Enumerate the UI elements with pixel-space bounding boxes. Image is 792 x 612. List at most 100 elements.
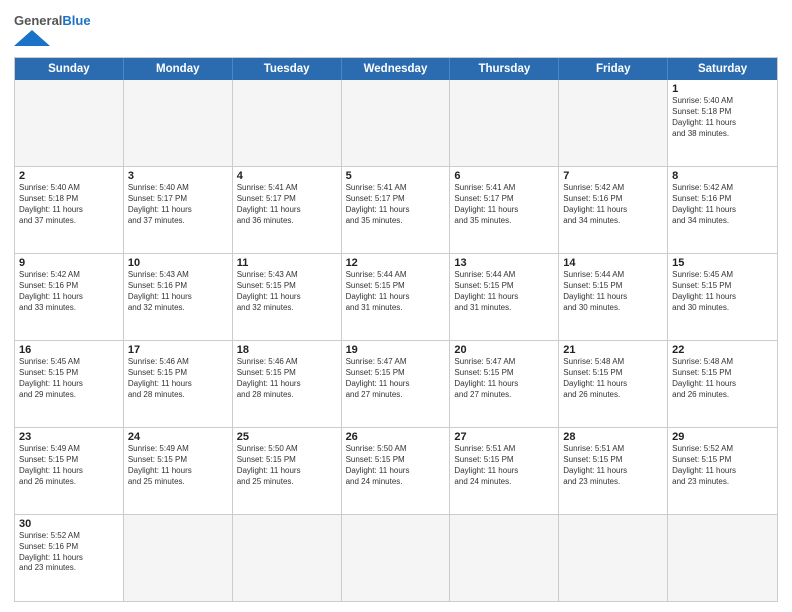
- cell-info-line: and 31 minutes.: [454, 303, 554, 314]
- cell-info-line: Sunrise: 5:44 AM: [454, 270, 554, 281]
- cell-info-line: Sunrise: 5:40 AM: [128, 183, 228, 194]
- day-number: 29: [672, 431, 773, 443]
- day-header-wednesday: Wednesday: [342, 58, 451, 80]
- cell-info-line: Sunset: 5:15 PM: [237, 368, 337, 379]
- day-cell-1: 1Sunrise: 5:40 AMSunset: 5:18 PMDaylight…: [668, 80, 777, 166]
- logo-icon: [14, 28, 50, 48]
- day-number: 20: [454, 344, 554, 356]
- cell-info-line: Sunrise: 5:42 AM: [563, 183, 663, 194]
- empty-cell: [124, 515, 233, 601]
- cell-info-line: Sunset: 5:15 PM: [237, 455, 337, 466]
- day-number: 18: [237, 344, 337, 356]
- cell-info-line: Sunrise: 5:44 AM: [346, 270, 446, 281]
- cell-info-line: and 34 minutes.: [563, 216, 663, 227]
- cell-info-line: Sunset: 5:15 PM: [346, 368, 446, 379]
- cell-info-line: and 38 minutes.: [672, 129, 773, 140]
- day-cell-28: 28Sunrise: 5:51 AMSunset: 5:15 PMDayligh…: [559, 428, 668, 514]
- cell-info-line: Daylight: 11 hours: [128, 205, 228, 216]
- day-number: 4: [237, 170, 337, 182]
- day-cell-25: 25Sunrise: 5:50 AMSunset: 5:15 PMDayligh…: [233, 428, 342, 514]
- cell-info-line: Daylight: 11 hours: [563, 466, 663, 477]
- calendar-row: 9Sunrise: 5:42 AMSunset: 5:16 PMDaylight…: [15, 253, 777, 340]
- cell-info-line: Daylight: 11 hours: [454, 292, 554, 303]
- cell-info-line: Sunrise: 5:52 AM: [19, 531, 119, 542]
- day-number: 6: [454, 170, 554, 182]
- cell-info-line: Sunset: 5:15 PM: [128, 455, 228, 466]
- header: GeneralBlue: [14, 10, 778, 53]
- cell-info-line: Daylight: 11 hours: [19, 553, 119, 564]
- cell-info-line: Daylight: 11 hours: [237, 379, 337, 390]
- day-cell-11: 11Sunrise: 5:43 AMSunset: 5:15 PMDayligh…: [233, 254, 342, 340]
- day-number: 2: [19, 170, 119, 182]
- day-header-saturday: Saturday: [668, 58, 777, 80]
- day-cell-27: 27Sunrise: 5:51 AMSunset: 5:15 PMDayligh…: [450, 428, 559, 514]
- day-cell-29: 29Sunrise: 5:52 AMSunset: 5:15 PMDayligh…: [668, 428, 777, 514]
- cell-info-line: Sunrise: 5:48 AM: [672, 357, 773, 368]
- cell-info-line: and 37 minutes.: [19, 216, 119, 227]
- logo: GeneralBlue: [14, 14, 91, 53]
- cell-info-line: Sunrise: 5:43 AM: [237, 270, 337, 281]
- cell-info-line: Sunset: 5:15 PM: [346, 281, 446, 292]
- day-cell-9: 9Sunrise: 5:42 AMSunset: 5:16 PMDaylight…: [15, 254, 124, 340]
- calendar-body: 1Sunrise: 5:40 AMSunset: 5:18 PMDaylight…: [15, 80, 777, 601]
- cell-info-line: Sunset: 5:15 PM: [454, 368, 554, 379]
- day-number: 16: [19, 344, 119, 356]
- empty-cell: [450, 80, 559, 166]
- day-cell-18: 18Sunrise: 5:46 AMSunset: 5:15 PMDayligh…: [233, 341, 342, 427]
- cell-info-line: Sunrise: 5:43 AM: [128, 270, 228, 281]
- calendar: SundayMondayTuesdayWednesdayThursdayFrid…: [14, 57, 778, 602]
- cell-info-line: Sunset: 5:15 PM: [19, 455, 119, 466]
- cell-info-line: Sunset: 5:16 PM: [19, 281, 119, 292]
- cell-info-line: and 25 minutes.: [128, 477, 228, 488]
- cell-info-line: Sunrise: 5:45 AM: [19, 357, 119, 368]
- calendar-row: 30Sunrise: 5:52 AMSunset: 5:16 PMDayligh…: [15, 514, 777, 601]
- day-number: 25: [237, 431, 337, 443]
- empty-cell: [15, 80, 124, 166]
- day-number: 10: [128, 257, 228, 269]
- day-number: 1: [672, 83, 773, 95]
- cell-info-line: and 26 minutes.: [19, 477, 119, 488]
- cell-info-line: Sunrise: 5:40 AM: [672, 96, 773, 107]
- day-number: 11: [237, 257, 337, 269]
- cell-info-line: Sunrise: 5:45 AM: [672, 270, 773, 281]
- calendar-row: 1Sunrise: 5:40 AMSunset: 5:18 PMDaylight…: [15, 80, 777, 166]
- cell-info-line: Sunset: 5:18 PM: [672, 107, 773, 118]
- day-number: 15: [672, 257, 773, 269]
- day-number: 30: [19, 518, 119, 530]
- day-number: 23: [19, 431, 119, 443]
- day-cell-10: 10Sunrise: 5:43 AMSunset: 5:16 PMDayligh…: [124, 254, 233, 340]
- cell-info-line: Daylight: 11 hours: [19, 379, 119, 390]
- cell-info-line: Sunset: 5:18 PM: [19, 194, 119, 205]
- day-number: 14: [563, 257, 663, 269]
- cell-info-line: and 30 minutes.: [672, 303, 773, 314]
- cell-info-line: Sunset: 5:15 PM: [346, 455, 446, 466]
- cell-info-line: Sunrise: 5:42 AM: [672, 183, 773, 194]
- cell-info-line: Sunset: 5:16 PM: [672, 194, 773, 205]
- cell-info-line: Daylight: 11 hours: [454, 379, 554, 390]
- empty-cell: [450, 515, 559, 601]
- day-header-friday: Friday: [559, 58, 668, 80]
- calendar-header: SundayMondayTuesdayWednesdayThursdayFrid…: [15, 58, 777, 80]
- cell-info-line: Daylight: 11 hours: [237, 205, 337, 216]
- day-cell-3: 3Sunrise: 5:40 AMSunset: 5:17 PMDaylight…: [124, 167, 233, 253]
- cell-info-line: Daylight: 11 hours: [454, 466, 554, 477]
- day-cell-5: 5Sunrise: 5:41 AMSunset: 5:17 PMDaylight…: [342, 167, 451, 253]
- cell-info-line: Sunset: 5:16 PM: [563, 194, 663, 205]
- day-cell-26: 26Sunrise: 5:50 AMSunset: 5:15 PMDayligh…: [342, 428, 451, 514]
- cell-info-line: Sunrise: 5:51 AM: [454, 444, 554, 455]
- cell-info-line: and 35 minutes.: [346, 216, 446, 227]
- day-cell-6: 6Sunrise: 5:41 AMSunset: 5:17 PMDaylight…: [450, 167, 559, 253]
- empty-cell: [559, 80, 668, 166]
- cell-info-line: and 23 minutes.: [672, 477, 773, 488]
- cell-info-line: and 25 minutes.: [237, 477, 337, 488]
- cell-info-line: and 31 minutes.: [346, 303, 446, 314]
- cell-info-line: and 32 minutes.: [128, 303, 228, 314]
- cell-info-line: Daylight: 11 hours: [563, 205, 663, 216]
- empty-cell: [668, 515, 777, 601]
- day-number: 3: [128, 170, 228, 182]
- cell-info-line: and 26 minutes.: [672, 390, 773, 401]
- day-cell-22: 22Sunrise: 5:48 AMSunset: 5:15 PMDayligh…: [668, 341, 777, 427]
- cell-info-line: Sunrise: 5:44 AM: [563, 270, 663, 281]
- cell-info-line: Sunset: 5:15 PM: [672, 455, 773, 466]
- cell-info-line: Sunset: 5:17 PM: [237, 194, 337, 205]
